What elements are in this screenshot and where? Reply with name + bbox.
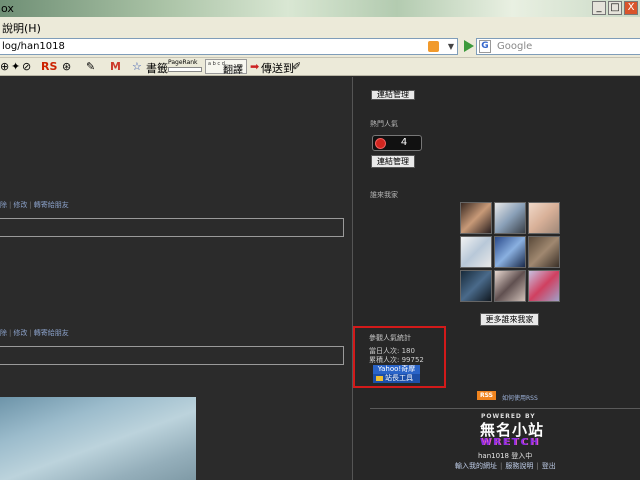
comment-box-2[interactable] <box>0 346 344 365</box>
sidebar: 連結管理 熱門人氣 4 連結管理 誰來我家 更多誰來我家 RSS 如何使用RSS… <box>353 77 640 480</box>
popular-title: 熱門人氣 <box>370 120 398 128</box>
yahoo-badge[interactable]: Yahoo!奇摩 <box>373 365 420 374</box>
pagerank-meter: PageRank <box>168 59 202 74</box>
wretch-logo-wordmark[interactable]: WRETCH <box>480 437 540 448</box>
tool-icon-3[interactable]: ⊘ <box>22 60 31 73</box>
minimize-button[interactable]: _ <box>592 1 606 15</box>
window-controls: _ □ X <box>592 1 638 15</box>
service-help-link[interactable]: 服務說明 <box>505 462 533 470</box>
send-arrow-icon: ➡ <box>250 60 260 73</box>
menu-help-key: (H) <box>24 22 41 35</box>
address-bar[interactable]: log/han1018 ▼ <box>0 38 458 55</box>
stats-title: 參觀人氣統計 <box>369 334 411 342</box>
close-button[interactable]: X <box>624 1 638 15</box>
rss-feed-icon[interactable] <box>428 41 439 52</box>
highlighter-icon[interactable]: ✐ <box>292 60 301 73</box>
forward-link[interactable]: 轉寄給朋友 <box>34 201 69 209</box>
visitor-avatar[interactable] <box>460 236 492 268</box>
send-to-button[interactable]: 傳送到 <box>261 60 294 76</box>
tools-icon <box>376 376 383 381</box>
pagerank-bar <box>168 67 202 72</box>
address-text: log/han1018 <box>2 41 65 52</box>
rss-help-link[interactable]: 如何使用RSS <box>502 393 538 402</box>
translate-button[interactable]: a b c d 翻譯 <box>205 59 247 76</box>
logout-link[interactable]: 登出 <box>542 462 556 470</box>
tool-icon-1[interactable]: ⊕ <box>0 60 9 73</box>
rss-badge[interactable]: RSS <box>477 391 496 400</box>
edit-link[interactable]: 修改 <box>13 329 27 337</box>
extensions-toolbar: ⊕ ✦ ⊘ RS ⊛ ✎ M ☆ 書籤 PageRank a b c d 翻譯 … <box>0 58 640 76</box>
comment-box-1[interactable] <box>0 218 344 237</box>
menu-bar: 說明(H) <box>0 17 640 35</box>
visitor-avatar[interactable] <box>528 202 560 234</box>
visitor-avatar[interactable] <box>460 202 492 234</box>
bookmarks-button[interactable]: 書籤 <box>146 60 168 76</box>
popularity-counter: 4 <box>372 135 422 151</box>
post-photo <box>0 397 196 480</box>
enter-url-link[interactable]: 輸入我的網址 <box>455 462 497 470</box>
translate-label: 翻譯 <box>223 65 243 76</box>
visitor-avatar[interactable] <box>494 236 526 268</box>
menu-help[interactable]: 說明(H) <box>2 20 41 36</box>
edit-link[interactable]: 修改 <box>13 201 27 209</box>
webmaster-tools-badge[interactable]: 站長工具 <box>373 374 420 383</box>
visit-stats-panel: 參觀人氣統計 當日人次: 180 累積人次: 99752 Yahoo!奇摩 站長… <box>353 326 446 388</box>
search-box[interactable]: G Google <box>476 38 640 55</box>
title-bar: ox _ □ X <box>0 0 640 17</box>
visitors-title: 誰來我家 <box>370 191 398 199</box>
gmail-button[interactable]: M <box>110 60 121 73</box>
rs-button[interactable]: RS <box>41 60 57 73</box>
menu-help-label: 說明 <box>2 22 24 35</box>
google-icon[interactable]: G <box>479 40 491 53</box>
counter-value: 4 <box>400 137 408 148</box>
tool-icon-4[interactable]: ⊛ <box>62 60 71 73</box>
tool-icon-2[interactable]: ✦ <box>11 60 20 73</box>
visitor-avatar[interactable] <box>528 236 560 268</box>
visitor-grid <box>460 202 560 303</box>
more-visitors-button[interactable]: 更多誰來我家 <box>480 313 539 326</box>
footer-links: 輸入我的網址 | 服務說明 | 登出 <box>455 462 556 470</box>
webmaster-tools-label: 站長工具 <box>385 374 413 382</box>
window-title: ox <box>1 2 14 15</box>
delete-link[interactable]: 除 <box>0 201 7 209</box>
visitor-avatar[interactable] <box>460 270 492 302</box>
web-page: 除 | 修改 | 轉寄給朋友 除 | 修改 | 轉寄給朋友 連結管理 熱門人氣 4 連結管理 誰… <box>0 77 640 480</box>
visitor-avatar[interactable] <box>528 270 560 302</box>
main-column: 除 | 修改 | 轉寄給朋友 除 | 修改 | 轉寄給朋友 <box>0 77 352 480</box>
visitor-avatar[interactable] <box>494 270 526 302</box>
stats-total: 累積人次: 99752 <box>369 356 424 364</box>
pagerank-label: PageRank <box>168 59 198 66</box>
footer-divider <box>370 408 640 409</box>
link-manage-button[interactable]: 連結管理 <box>371 155 415 168</box>
star-icon[interactable]: ☆ <box>132 60 142 73</box>
forward-link[interactable]: 轉寄給朋友 <box>34 329 69 337</box>
go-icon[interactable] <box>462 39 475 53</box>
counter-icon <box>375 138 386 149</box>
post-actions-2: 除 | 修改 | 轉寄給朋友 <box>0 329 69 337</box>
search-input[interactable]: Google <box>497 41 532 52</box>
visitor-avatar[interactable] <box>494 202 526 234</box>
maximize-button[interactable]: □ <box>608 1 622 15</box>
login-status: han1018 登入中 <box>478 452 533 460</box>
navigation-bar: log/han1018 ▼ G Google <box>0 35 640 58</box>
chevron-down-icon[interactable]: ▼ <box>448 42 454 51</box>
delete-link[interactable]: 除 <box>0 329 7 337</box>
post-actions-1: 除 | 修改 | 轉寄給朋友 <box>0 201 69 209</box>
tool-icon-5[interactable]: ✎ <box>86 60 95 73</box>
link-manage-button-top[interactable]: 連結管理 <box>371 90 415 100</box>
